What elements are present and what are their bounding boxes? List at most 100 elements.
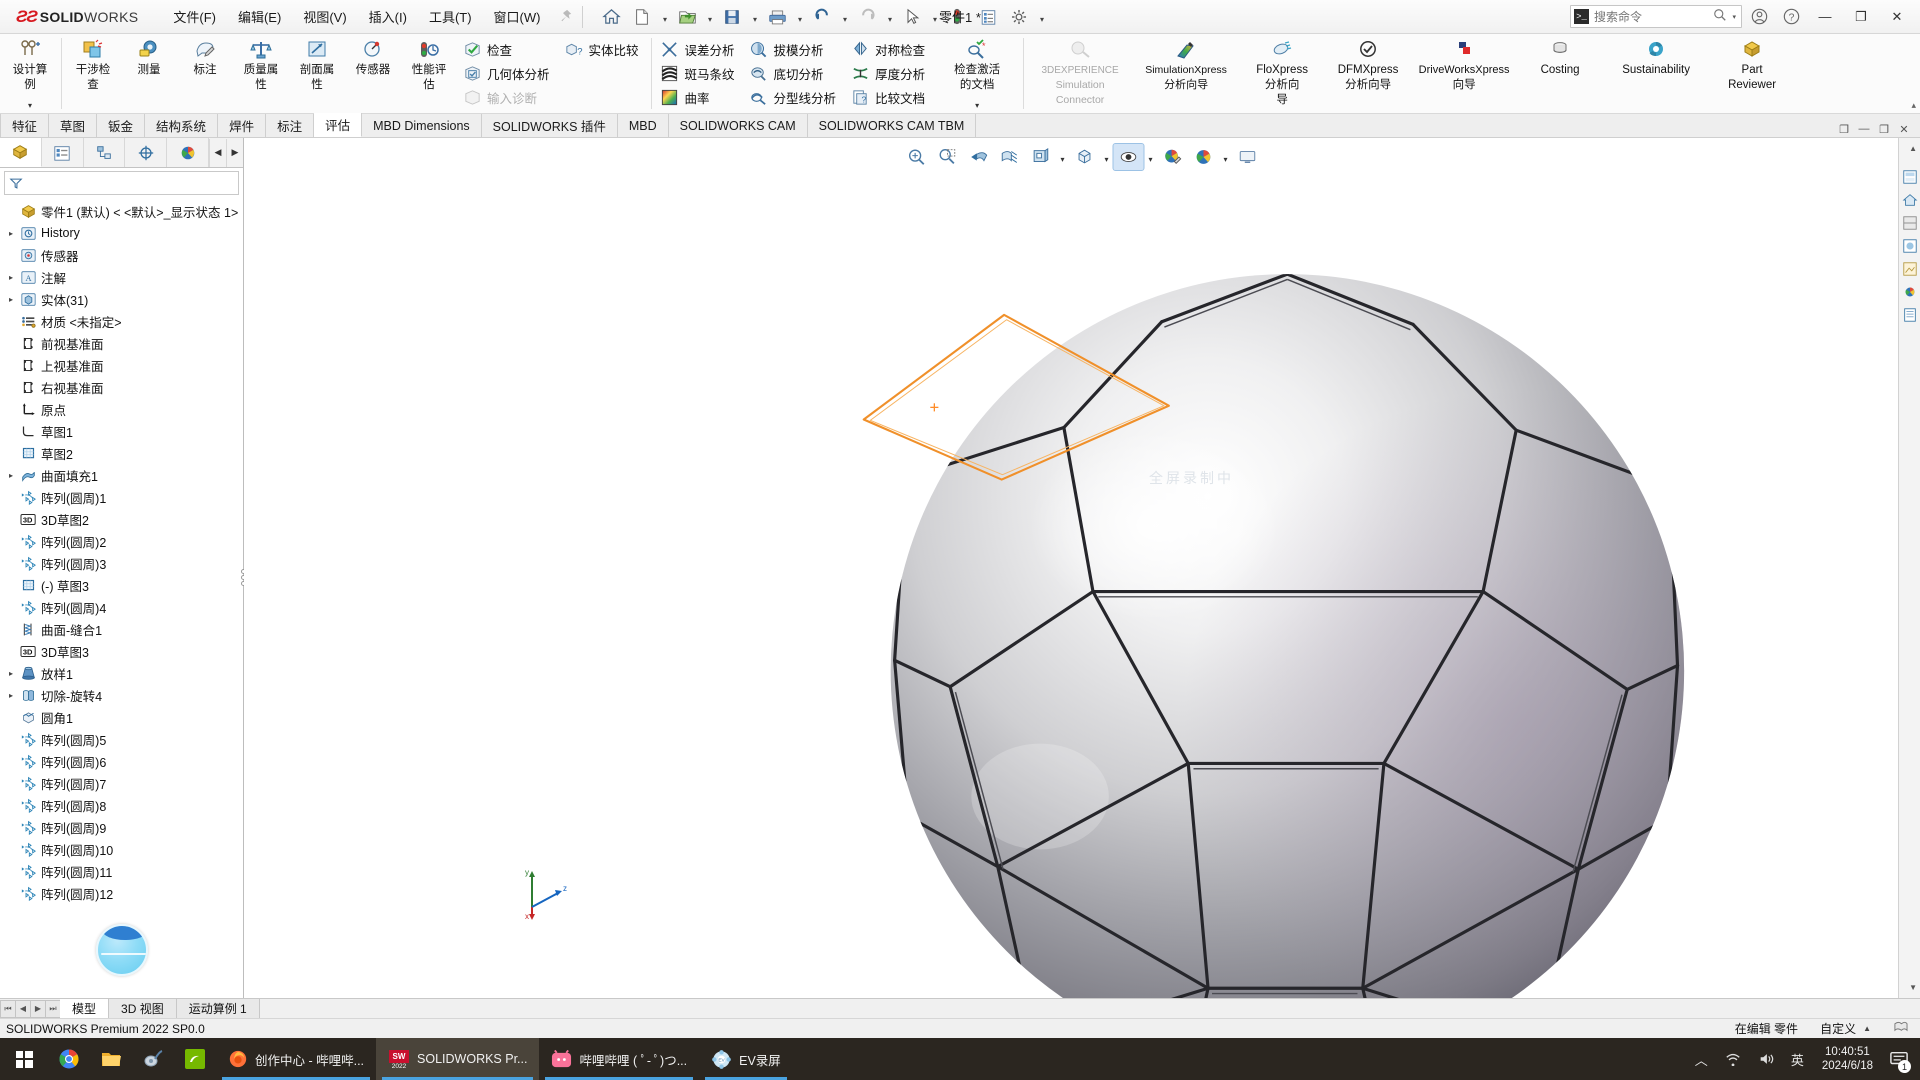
tab-solidworks-cam[interactable]: SOLIDWORKS CAM	[668, 114, 808, 137]
apply-scene-icon[interactable]	[1189, 144, 1219, 170]
menu-insert[interactable]: 插入(I)	[358, 2, 418, 31]
open-document-caret[interactable]: ▾	[703, 3, 716, 31]
filter-input[interactable]	[23, 176, 234, 190]
property-manager-tab[interactable]	[42, 138, 84, 167]
costing-button[interactable]: Costing	[1517, 34, 1603, 113]
tree-item[interactable]: ▸ 前视基准面	[0, 332, 243, 354]
doc-close-icon[interactable]: ✕	[1896, 121, 1912, 137]
save-caret[interactable]: ▾	[748, 3, 761, 31]
view-orientation-icon[interactable]	[1026, 144, 1056, 170]
appearances-icon[interactable]	[1901, 214, 1919, 232]
zoom-to-area-icon[interactable]	[933, 144, 963, 170]
close-button[interactable]: ✕	[1880, 2, 1914, 32]
scroll-up-arrow[interactable]: ▲	[1909, 144, 1917, 153]
media-player-icon[interactable]	[132, 1038, 174, 1080]
bottom-tab-3dviews[interactable]: 3D 视图	[109, 999, 177, 1018]
ime-icon[interactable]: 英	[1784, 1038, 1811, 1080]
search-icon[interactable]	[1713, 8, 1727, 25]
hide-show-caret[interactable]: ▾	[1145, 144, 1157, 170]
curvature-button[interactable]: 曲率	[657, 85, 742, 109]
view-orientation-caret[interactable]: ▾	[1057, 144, 1069, 170]
feature-tree-tab[interactable]	[0, 138, 42, 167]
tree-item[interactable]: ▸ 阵列(圆周)7	[0, 772, 243, 794]
tree-item[interactable]: ▸ 阵列(圆周)3	[0, 552, 243, 574]
design-study-caret[interactable]: ▾	[28, 101, 32, 113]
design-study-button[interactable]: 设计算 例 ▾	[2, 34, 58, 113]
display-style-icon[interactable]	[1070, 144, 1100, 170]
section-properties-button[interactable]: 剖面属 性	[289, 34, 345, 113]
geometry-analysis-button[interactable]: 几何体分析	[459, 61, 557, 85]
tile-windows-icon[interactable]: ❐	[1836, 121, 1852, 137]
3dexperience-simulation-connector-button[interactable]: 3DEXPERIENCE Simulation Connector	[1027, 34, 1133, 113]
tab-nav-prev[interactable]: ◀	[15, 999, 31, 1018]
file-explorer-icon[interactable]	[90, 1038, 132, 1080]
save-icon[interactable]	[717, 3, 747, 31]
tree-item[interactable]: ▸ 原点	[0, 398, 243, 420]
scroll-down-arrow[interactable]: ▼	[1909, 983, 1917, 992]
new-document-caret[interactable]: ▾	[658, 3, 671, 31]
scenes-icon[interactable]	[1901, 237, 1919, 255]
tab-structure-system[interactable]: 结构系统	[145, 114, 219, 137]
compare-documents-button[interactable]: ? 比较文档	[847, 85, 932, 109]
tree-item[interactable]: ▸ 阵列(圆周)10	[0, 838, 243, 860]
part-reviewer-button[interactable]: Part Reviewer	[1709, 34, 1795, 113]
tree-expander[interactable]: ▸	[4, 669, 18, 678]
previous-view-icon[interactable]	[964, 144, 994, 170]
soccer-ball-model[interactable]	[244, 138, 1920, 998]
tab-sheetmetal[interactable]: 钣金	[97, 114, 146, 137]
undo-icon[interactable]	[807, 3, 837, 31]
tree-item[interactable]: ▸ 阵列(圆周)12	[0, 882, 243, 902]
bottom-tab-model[interactable]: 模型	[60, 999, 110, 1018]
sheet-icon[interactable]	[1893, 1020, 1908, 1037]
menu-tools[interactable]: 工具(T)	[418, 2, 483, 31]
tree-expander[interactable]: ▸	[4, 229, 18, 238]
decals-icon[interactable]	[1901, 260, 1919, 278]
fm-nav-right[interactable]: ▶	[226, 138, 243, 167]
simulationxpress-wizard-button[interactable]: SimulationXpress 分析向导	[1133, 34, 1239, 113]
floxpress-wizard-button[interactable]: FloXpress 分析向 导	[1239, 34, 1325, 113]
tree-item[interactable]: ▸ 传感器	[0, 244, 243, 266]
menu-edit[interactable]: 编辑(E)	[227, 2, 292, 31]
interference-check-button[interactable]: 干涉检 查	[65, 34, 121, 113]
tree-item[interactable]: ▸ 阵列(圆周)6	[0, 750, 243, 772]
tab-solidworks-addins[interactable]: SOLIDWORKS 插件	[481, 114, 618, 137]
tree-item[interactable]: ▸ 切除-旋转4	[0, 684, 243, 706]
tree-item[interactable]: ▸ 阵列(圆周)9	[0, 816, 243, 838]
undo-caret[interactable]: ▾	[838, 3, 851, 31]
tab-solidworks-cam-tbm[interactable]: SOLIDWORKS CAM TBM	[807, 114, 977, 137]
sustainability-button[interactable]: Sustainability	[1603, 34, 1709, 113]
tree-expander[interactable]: ▸	[4, 691, 18, 700]
tab-mbd[interactable]: MBD	[617, 114, 669, 137]
draft-analysis-button[interactable]: 拔模分析	[746, 37, 844, 61]
tree-item[interactable]: ▸ 阵列(圆周)8	[0, 794, 243, 816]
tab-nav-next[interactable]: ▶	[30, 999, 46, 1018]
view-palette-icon[interactable]	[1901, 168, 1919, 186]
tree-item[interactable]: ▸ (-) 草图3	[0, 574, 243, 596]
network-icon[interactable]	[1718, 1038, 1748, 1080]
driveworksxpress-wizard-button[interactable]: DriveWorksXpress 向导	[1411, 34, 1517, 113]
tab-evaluate[interactable]: 评估	[314, 113, 363, 137]
dfmxpress-wizard-button[interactable]: DFMXpress 分析向导	[1325, 34, 1411, 113]
tree-expander[interactable]: ▸	[4, 273, 18, 282]
status-custom-text[interactable]: 自定义	[1820, 1020, 1856, 1037]
sensor-button[interactable]: 传感器	[345, 34, 401, 113]
tree-item[interactable]: ▸ 曲面填充1	[0, 464, 243, 486]
performance-evaluation-button[interactable]: 性能评 估	[401, 34, 457, 113]
check-active-document-caret[interactable]: ▾	[975, 101, 979, 113]
zoom-to-fit-icon[interactable]	[902, 144, 932, 170]
taskbar-clock[interactable]: 10:40:51 2024/6/18	[1814, 1038, 1881, 1080]
taskbar-item-firefox[interactable]: 创作中心 - 哔哩哔...	[216, 1038, 376, 1080]
status-expand-arrow[interactable]: ▲	[1863, 1024, 1871, 1033]
zebra-stripes-button[interactable]: 斑马条纹	[657, 61, 742, 85]
options-list-icon[interactable]	[973, 3, 1003, 31]
tree-item[interactable]: ▸ 放样1	[0, 662, 243, 684]
undercut-analysis-button[interactable]: 底切分析	[746, 61, 844, 85]
display-style-caret[interactable]: ▾	[1101, 144, 1113, 170]
graphics-area[interactable]: ▾ ▾ ▾ ▾ 全屏录制中 y x z ▲ ▼	[244, 138, 1920, 998]
taskbar-item-solidworks[interactable]: SW 2022 SOLIDWORKS Pr...	[376, 1038, 540, 1080]
tree-expander[interactable]: ▸	[4, 471, 18, 480]
tree-item[interactable]: ▸ 曲面-缝合1	[0, 618, 243, 640]
configuration-manager-tab[interactable]	[84, 138, 126, 167]
tab-sketch[interactable]: 草图	[49, 114, 98, 137]
tree-expander[interactable]: ▸	[4, 295, 18, 304]
